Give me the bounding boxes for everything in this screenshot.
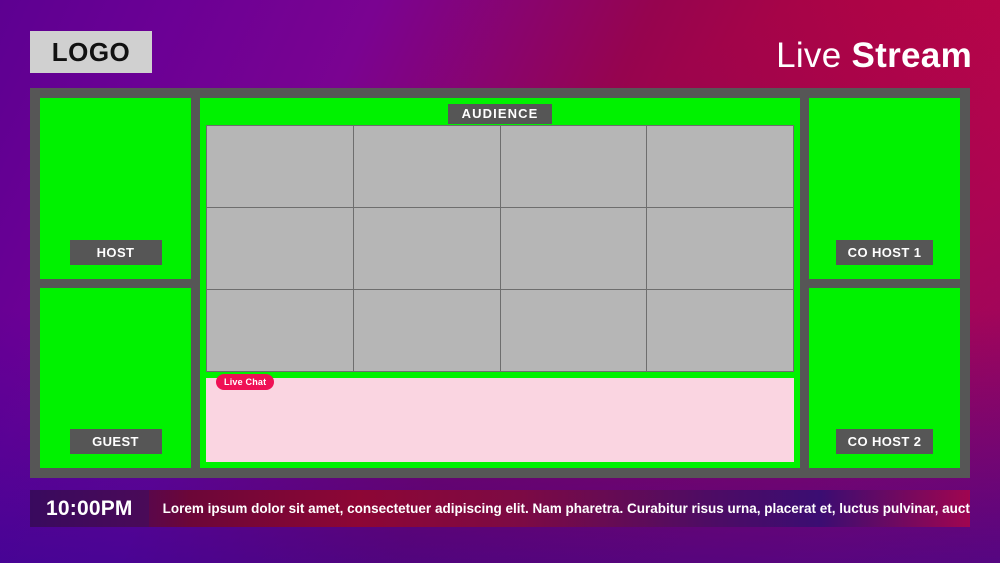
audience-cell[interactable]	[353, 290, 500, 371]
audience-cell[interactable]	[647, 290, 793, 371]
co-host-2-tile[interactable]: CO HOST 2	[809, 287, 960, 468]
live-chat-badge: Live Chat	[216, 374, 275, 390]
audience-cell[interactable]	[500, 208, 647, 289]
news-ticker: 10:00PM Lorem ipsum dolor sit amet, cons…	[30, 490, 970, 527]
stream-stage: HOST GUEST AUDIENCE Live Chat CO HOST 1 …	[30, 88, 970, 478]
guest-tile[interactable]: GUEST	[40, 287, 191, 468]
audience-cell[interactable]	[500, 290, 647, 371]
audience-cell[interactable]	[500, 126, 647, 207]
live-chat-box[interactable]: Live Chat	[206, 374, 794, 462]
audience-cell[interactable]	[207, 290, 353, 371]
audience-cell[interactable]	[207, 208, 353, 289]
left-participant-column: HOST GUEST	[40, 98, 191, 468]
page-title: Live Stream	[776, 36, 972, 76]
right-participant-column: CO HOST 1 CO HOST 2	[809, 98, 960, 468]
logo-text: LOGO	[51, 36, 131, 67]
live-chat-wrapper: Live Chat	[206, 372, 794, 462]
audience-cell[interactable]	[647, 126, 793, 207]
audience-badge: AUDIENCE	[447, 104, 553, 124]
logo-badge[interactable]: LOGO	[30, 31, 152, 73]
host-tile[interactable]: HOST	[40, 98, 191, 279]
audience-panel: AUDIENCE Live Chat	[200, 98, 800, 468]
audience-cell[interactable]	[353, 126, 500, 207]
co-host-1-tile[interactable]: CO HOST 1	[809, 98, 960, 279]
audience-header: AUDIENCE	[206, 103, 794, 125]
ticker-text: Lorem ipsum dolor sit amet, consectetuer…	[162, 501, 970, 516]
audience-cell[interactable]	[647, 208, 793, 289]
page-title-bold: Stream	[851, 36, 972, 75]
host-tile-label: HOST	[69, 239, 162, 265]
page-title-light: Live	[776, 36, 842, 75]
audience-grid	[206, 125, 794, 372]
audience-cell[interactable]	[353, 208, 500, 289]
co-host-2-tile-label: CO HOST 2	[835, 429, 934, 454]
co-host-1-tile-label: CO HOST 1	[835, 239, 934, 265]
audience-cell[interactable]	[207, 126, 353, 207]
ticker-time: 10:00PM	[30, 490, 149, 527]
guest-tile-label: GUEST	[69, 429, 162, 454]
